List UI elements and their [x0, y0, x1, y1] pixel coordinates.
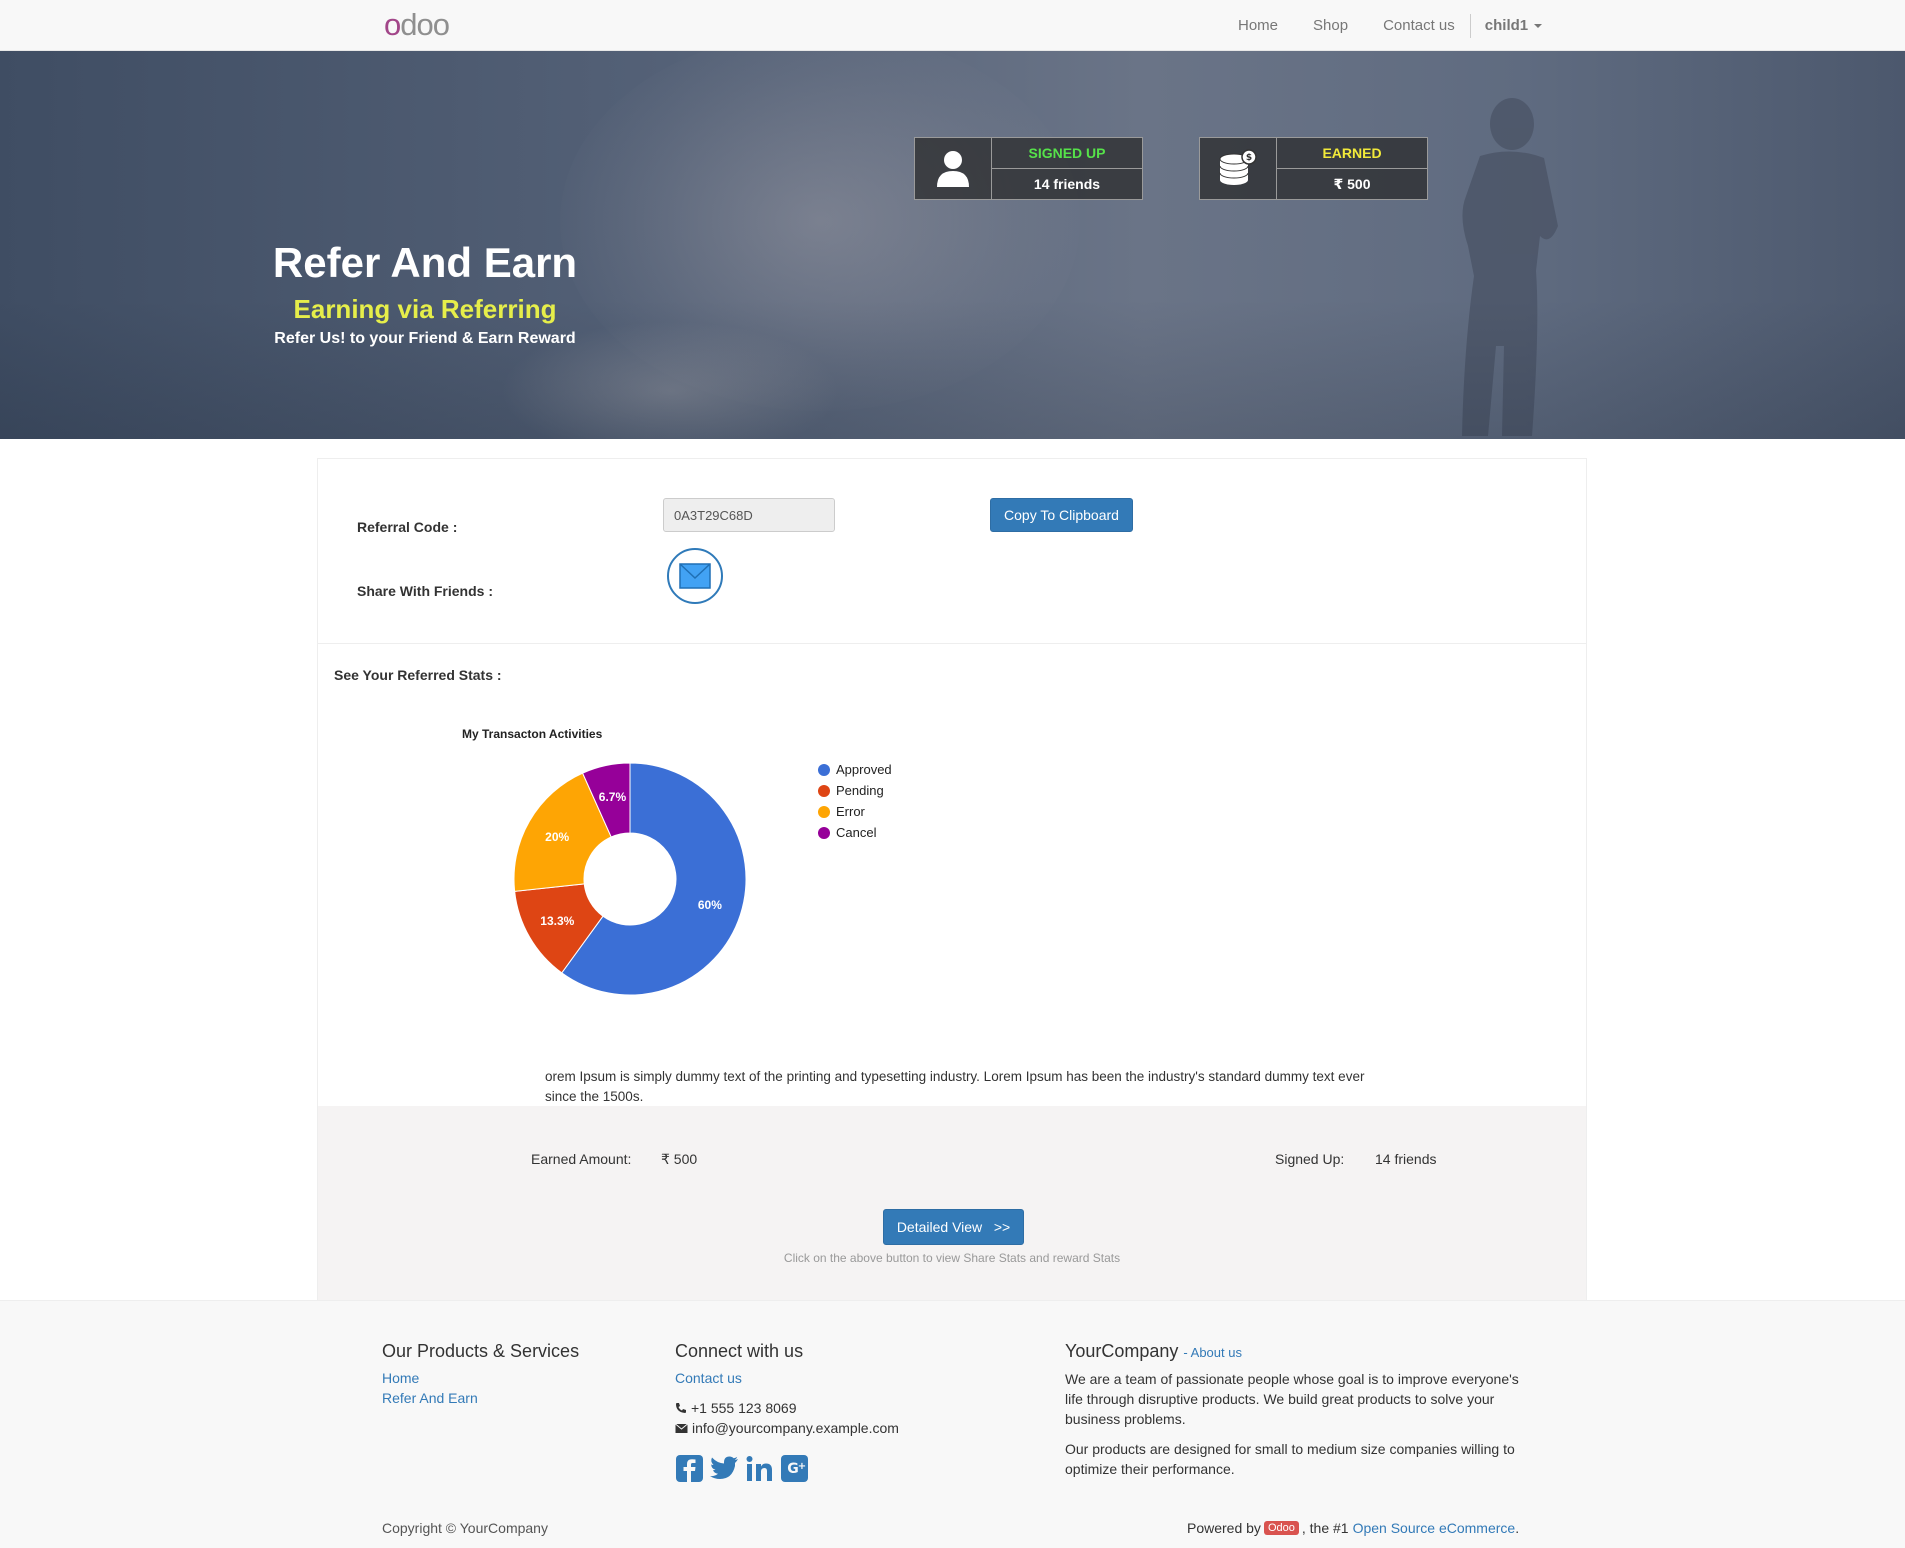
legend-label: Approved: [836, 762, 892, 777]
summary-section: Earned Amount: ₹ 500 Signed Up: 14 frien…: [318, 1106, 1586, 1301]
footer-about-link[interactable]: - About us: [1183, 1345, 1242, 1360]
powered-by: Powered by Odoo , the #1 Open Source eCo…: [1187, 1520, 1519, 1536]
legend-label: Error: [836, 804, 865, 819]
footer: Our Products & Services Home Refer And E…: [0, 1300, 1905, 1548]
google-plus-icon[interactable]: G +: [780, 1454, 809, 1483]
footer-home-link[interactable]: Home: [382, 1368, 579, 1388]
footer-phone: +1 555 123 8069: [675, 1398, 899, 1418]
pie-chart: 60% 13.3% 20% 6.7%: [513, 762, 747, 996]
coins-icon: $: [1200, 138, 1277, 199]
footer-connect-title: Connect with us: [675, 1341, 804, 1361]
footer-phone-text: +1 555 123 8069: [691, 1400, 797, 1416]
pie-slice-label: 60%: [698, 898, 722, 912]
signed-up-label: SIGNED UP: [992, 138, 1142, 169]
open-source-ecommerce-link[interactable]: Open Source eCommerce: [1353, 1520, 1516, 1536]
legend-item: Cancel: [818, 822, 892, 843]
hero-title: Refer And Earn: [272, 239, 578, 286]
legend-item: Pending: [818, 780, 892, 801]
legend-dot-approved: [818, 763, 830, 776]
footer-contact-link[interactable]: Contact us: [675, 1368, 899, 1388]
svg-text:+: +: [798, 1461, 806, 1472]
envelope-icon: [675, 1423, 688, 1433]
footer-products-title: Our Products & Services: [382, 1341, 580, 1361]
earned-value: ₹ 500: [1333, 175, 1371, 192]
description-text: orem Ipsum is simply dummy text of the p…: [545, 1069, 1365, 1104]
hero-banner: Refer And Earn Earning via Referring Ref…: [0, 51, 1905, 439]
footer-company-heading: YourCompany - About us: [1065, 1341, 1525, 1363]
nav-shop-link[interactable]: Shop: [1313, 17, 1348, 34]
powered-by-label: Powered by: [1187, 1520, 1261, 1536]
earned-stat: $ EARNED ₹ 500: [1199, 137, 1428, 200]
nav-divider: [1469, 13, 1471, 38]
twitter-icon[interactable]: [710, 1454, 739, 1483]
phone-icon: [676, 1403, 686, 1413]
linkedin-icon[interactable]: [745, 1454, 774, 1483]
referral-panel: Referral Code : Copy To Clipboard Share …: [317, 458, 1587, 1301]
earned-amount-value: ₹ 500: [661, 1151, 698, 1167]
footer-refer-link[interactable]: Refer And Earn: [382, 1388, 579, 1408]
hero-tagline: Refer Us! to your Friend & Earn Reward: [274, 330, 576, 347]
top-navbar: o doo Home Shop Contact us child1: [0, 0, 1905, 51]
legend-dot-pending: [818, 784, 830, 797]
footer-email: info@yourcompany.example.com: [675, 1418, 899, 1438]
chart-legend: Approved Pending Error Cancel: [818, 759, 892, 843]
legend-label: Pending: [836, 783, 884, 798]
detail-hint: Click on the above button to view Share …: [783, 1251, 1121, 1265]
signed-up-summary-label: Signed Up:: [1275, 1151, 1345, 1167]
caret-down-icon: [1534, 24, 1543, 29]
footer-products-column: Our Products & Services Home Refer And E…: [382, 1341, 579, 1408]
powered-by-end: .: [1515, 1520, 1520, 1536]
legend-item: Approved: [818, 759, 892, 780]
footer-about-text-1: We are a team of passionate people whose…: [1065, 1371, 1519, 1427]
legend-dot-error: [818, 805, 830, 818]
pie-slice-label: 20%: [545, 830, 569, 844]
earned-label: EARNED: [1277, 138, 1427, 169]
earned-amount-label: Earned Amount:: [531, 1151, 632, 1167]
legend-label: Cancel: [836, 825, 877, 840]
pie-slice-label: 13.3%: [540, 914, 574, 928]
footer-connect-column: Connect with us Contact us +1 555 123 80…: [675, 1341, 899, 1483]
odoo-badge[interactable]: Odoo: [1263, 1521, 1299, 1535]
nav-contact-link[interactable]: Contact us: [1383, 17, 1455, 34]
odoo-logo[interactable]: o doo: [384, 7, 450, 42]
signed-up-summary-value: 14 friends: [1375, 1151, 1437, 1167]
footer-email-text: info@yourcompany.example.com: [692, 1420, 899, 1436]
nav-menu: Home Shop Contact us child1: [1238, 0, 1543, 51]
svg-text:$: $: [1246, 153, 1252, 163]
user-name: child1: [1484, 17, 1529, 34]
detailed-view-button[interactable]: Detailed View >>: [883, 1209, 1024, 1245]
footer-company-name: YourCompany: [1065, 1341, 1179, 1361]
pie-slice-label: 6.7%: [599, 790, 627, 804]
footer-about-text-2: Our products are designed for small to m…: [1065, 1441, 1515, 1477]
copyright-text: Copyright © YourCompany: [382, 1520, 548, 1536]
legend-item: Error: [818, 801, 892, 822]
hero-subtitle: Earning via Referring: [293, 294, 557, 324]
footer-about-column: YourCompany - About us We are a team of …: [1065, 1341, 1525, 1479]
powered-by-mid: , the #1: [1301, 1520, 1349, 1536]
signed-up-stat: SIGNED UP 14 friends: [914, 137, 1143, 200]
nav-home-link[interactable]: Home: [1238, 17, 1278, 34]
facebook-icon[interactable]: [675, 1454, 704, 1483]
legend-dot-cancel: [818, 826, 830, 839]
social-links: G +: [675, 1454, 899, 1483]
signed-up-value: 14 friends: [1033, 176, 1101, 192]
user-icon: [915, 138, 992, 199]
user-menu[interactable]: child1: [1484, 17, 1543, 34]
